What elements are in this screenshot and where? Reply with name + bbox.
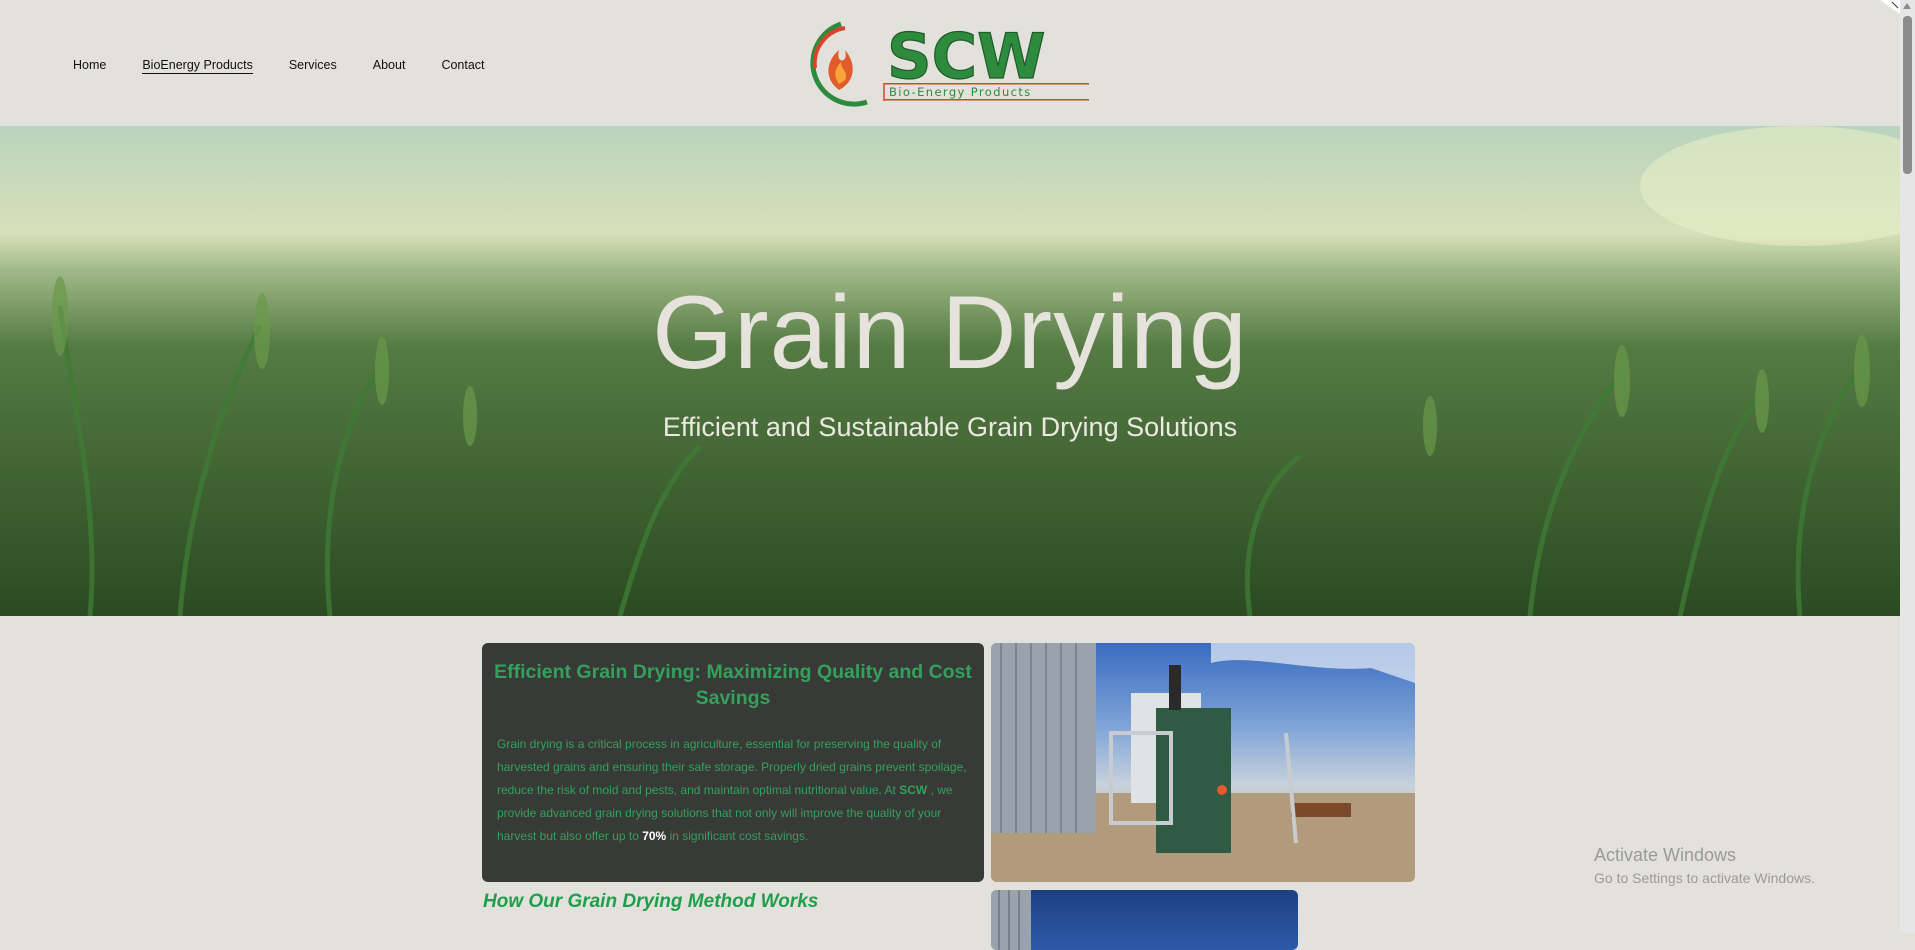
logo-tagline: Bio-Energy Products <box>889 85 1032 99</box>
vertical-scrollbar[interactable] <box>1900 0 1915 933</box>
nav-bioenergy-products[interactable]: BioEnergy Products <box>142 57 253 74</box>
logo-text: SCW <box>887 20 1046 93</box>
site-header: Home BioEnergy Products Services About C… <box>0 0 1900 126</box>
brand-name: SCW <box>899 783 928 797</box>
nav-home[interactable]: Home <box>73 57 106 74</box>
hero-banner: Grain Drying Efficient and Sustainable G… <box>0 126 1900 616</box>
dryer-tower-photo <box>991 890 1298 950</box>
intro-card: Efficient Grain Drying: Maximizing Quali… <box>482 643 984 882</box>
windows-activation-watermark: Activate Windows Go to Settings to activ… <box>1594 845 1815 886</box>
how-it-works-heading: How Our Grain Drying Method Works <box>483 891 819 912</box>
intro-heading: Efficient Grain Drying: Maximizing Quali… <box>494 661 972 709</box>
hero-subtitle: Efficient and Sustainable Grain Drying S… <box>662 412 1238 442</box>
scroll-up-icon[interactable] <box>1903 3 1911 9</box>
resize-corner-icon[interactable] <box>1880 0 1900 14</box>
grain-dryer-photo <box>991 643 1415 882</box>
nav-services[interactable]: Services <box>289 57 337 74</box>
hero-title: Grain Drying <box>652 275 1248 391</box>
intro-paragraph: Grain drying is a critical process in ag… <box>497 737 967 843</box>
nav-contact[interactable]: Contact <box>441 57 484 74</box>
main-nav: Home BioEnergy Products Services About C… <box>73 57 521 74</box>
scrollbar-thumb[interactable] <box>1903 16 1912 174</box>
savings-percent: 70% <box>642 829 667 843</box>
scw-logo[interactable]: SCW Bio-Energy Products <box>805 20 1095 108</box>
nav-about[interactable]: About <box>373 57 406 74</box>
